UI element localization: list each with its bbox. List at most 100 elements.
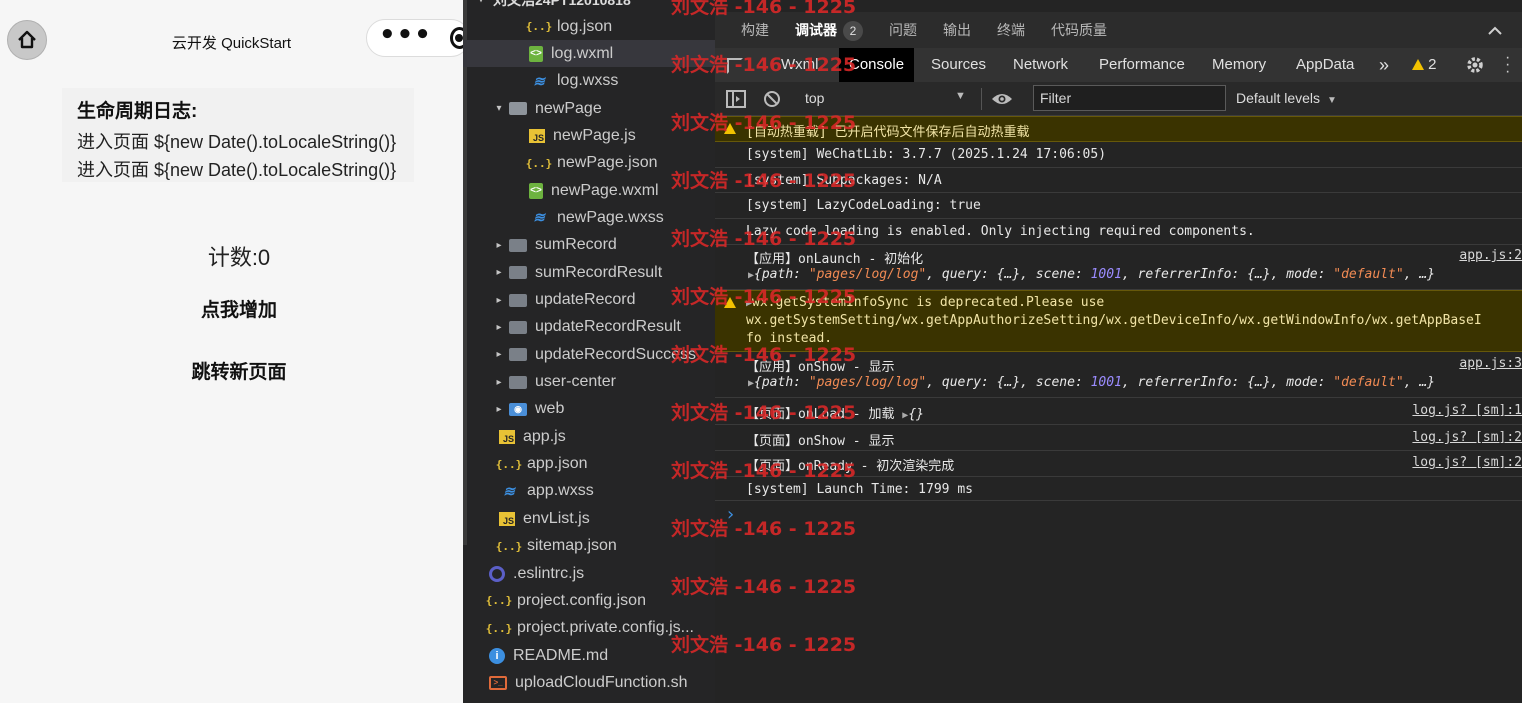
explorer-item[interactable]: ▸ sumRecord (463, 232, 715, 259)
context-selector[interactable]: top ▼ (805, 90, 966, 106)
explorer-item[interactable]: {..} sitemap.json (463, 533, 715, 560)
close-mini-program-icon[interactable] (449, 27, 463, 49)
explorer-item[interactable]: ▸ sumRecordResult (463, 259, 715, 286)
tab-network[interactable]: Network (1013, 48, 1068, 82)
devtools-panel: 构建 调试器 2 问题 输出 终端 代码质量 Wxml Console Sourc… (715, 0, 1522, 703)
explorer-item[interactable]: {..} log.json (463, 13, 715, 40)
more-tabs-button[interactable]: » (1379, 48, 1389, 82)
console-toolbar: top ▼ Default levels ▼ (715, 82, 1522, 116)
explorer-item[interactable]: ▸ updateRecordSuccess (463, 341, 715, 368)
explorer-item[interactable]: JS newPage.js (463, 122, 715, 149)
explorer-item[interactable]: {..} project.config.json (463, 587, 715, 614)
console-log-row[interactable]: 【页面】onLoad - 加载 ▶{} log.js? [sm]:1 (715, 398, 1522, 425)
explorer-item[interactable]: {..} project.private.config.js... (463, 615, 715, 642)
tab-memory[interactable]: Memory (1212, 48, 1266, 82)
explorer-project-header[interactable]: ▾ 刘文浩24PT12010818 (463, 0, 715, 13)
clear-console-icon[interactable] (763, 90, 781, 108)
explorer-item[interactable]: {..} newPage.json (463, 150, 715, 177)
explorer-item-label: log.wxml (551, 44, 614, 62)
console-log-row[interactable]: [system] WeChatLib: 3.7.7 (2025.1.24 17:… (715, 142, 1522, 168)
explorer-item-label: newPage.js (553, 126, 636, 144)
explorer-item[interactable]: ▸ ◉ web (463, 396, 715, 423)
log-levels-dropdown[interactable]: Default levels ▼ (1236, 90, 1337, 106)
tab-terminal[interactable]: 终端 (997, 20, 1025, 40)
chevron-right-icon[interactable]: ▸ (493, 267, 505, 278)
sidebar-toggle-icon[interactable] (726, 90, 746, 108)
explorer-item[interactable]: ▸ updateRecordResult (463, 314, 715, 341)
console-log-row[interactable]: 【应用】onShow - 显示 app.js:3 ▶{path: "pages/… (715, 352, 1522, 398)
console-warning-row[interactable]: ▶wx.getSystemInfoSync is deprecated.Plea… (715, 290, 1522, 352)
chevron-right-icon[interactable]: ▸ (493, 377, 505, 388)
explorer-item[interactable]: ≋ log.wxss (463, 68, 715, 95)
tab-code-quality[interactable]: 代码质量 (1051, 20, 1107, 40)
explorer-item[interactable]: <> newPage.wxml (463, 177, 715, 204)
console-log-row[interactable]: Lazy code loading is enabled. Only injec… (715, 219, 1522, 245)
tab-debugger[interactable]: 调试器 2 (795, 20, 863, 41)
explorer-item[interactable]: <> log.wxml (463, 40, 715, 68)
explorer-item-label: sumRecord (535, 236, 617, 254)
explorer-item[interactable]: JS envList.js (463, 505, 715, 532)
separator (981, 88, 982, 110)
console-filter-input[interactable] (1033, 85, 1226, 111)
explorer-item[interactable]: {..} app.json (463, 451, 715, 478)
inspect-element-icon[interactable] (727, 58, 743, 74)
tab-wxml[interactable]: Wxml (781, 48, 819, 82)
explorer-item[interactable]: JS app.js (463, 423, 715, 450)
tab-build[interactable]: 构建 (741, 20, 769, 40)
explorer-item[interactable]: ▸ updateRecord (463, 287, 715, 314)
explorer-item[interactable]: >_ uploadCloudFunction.sh (463, 669, 715, 696)
console-log-row[interactable]: [system] LazyCodeLoading: true (715, 193, 1522, 219)
chevron-right-icon[interactable]: ▸ (493, 349, 505, 360)
explorer-item[interactable]: ≋ app.wxss (463, 478, 715, 505)
source-link[interactable]: log.js? [sm]:2 (1412, 430, 1522, 445)
explorer-item[interactable]: ▸ user-center (463, 369, 715, 396)
chevron-right-icon[interactable]: ▸ (493, 404, 505, 415)
tab-console[interactable]: Console (839, 48, 915, 82)
explorer-item[interactable]: .eslintrc.js (463, 560, 715, 587)
source-link[interactable]: log.js? [sm]:1 (1412, 403, 1522, 418)
tab-sources[interactable]: Sources (931, 48, 986, 82)
chevron-down-icon: ▾ (475, 0, 487, 5)
console-log-row[interactable]: 【应用】onLaunch - 初始化 app.js:2 ▶{path: "pag… (715, 245, 1522, 290)
source-link[interactable]: app.js:2 (1459, 248, 1522, 263)
console-log-row[interactable]: [system] Subpackages: N/A (715, 168, 1522, 193)
object-preview[interactable]: ▶{path: "pages/log/log", query: {…}, sce… (748, 375, 1435, 390)
navigate-new-page-button[interactable]: 跳转新页面 (0, 357, 463, 384)
console-warning-row[interactable]: [自动热重载] 已开启代码文件保存后自动热重载 (715, 116, 1522, 142)
log-entry: 进入页面 ${new Date().toLocaleString()} (77, 132, 397, 152)
explorer-item[interactable]: ▾ newPage (463, 95, 715, 122)
source-link[interactable]: app.js:3 (1459, 356, 1522, 371)
eye-icon[interactable] (991, 92, 1013, 106)
chevron-down-icon[interactable]: ▾ (493, 103, 505, 114)
info-icon: i (489, 647, 505, 664)
gear-icon[interactable] (1466, 56, 1484, 74)
console-log-row[interactable]: 【页面】onShow - 显示 log.js? [sm]:2 (715, 425, 1522, 451)
web-folder-icon: ◉ (509, 402, 527, 416)
object-preview[interactable]: ▶{path: "pages/log/log", query: {…}, sce… (748, 267, 1435, 282)
explorer-item-label: app.js (523, 427, 566, 445)
console-log-row[interactable]: [system] Launch Time: 1799 ms (715, 477, 1522, 501)
explorer-item-label: app.wxss (527, 482, 594, 500)
tab-appdata[interactable]: AppData (1296, 48, 1354, 82)
console-log-row[interactable]: 【页面】onReady - 初次渲染完成 log.js? [sm]:2 (715, 451, 1522, 477)
warnings-counter[interactable]: 2 (1412, 48, 1437, 82)
tab-performance[interactable]: Performance (1099, 48, 1185, 82)
explorer-item[interactable]: ≋ newPage.wxss (463, 204, 715, 231)
explorer-item-label: newPage (535, 99, 602, 117)
tab-problems[interactable]: 问题 (889, 20, 917, 40)
console-prompt[interactable]: › (725, 504, 736, 525)
capsule-menu[interactable]: ••• (366, 19, 463, 57)
more-icon[interactable]: ••• (379, 16, 432, 54)
explorer-item[interactable]: i README.md (463, 642, 715, 669)
explorer-item-label: newPage.wxss (557, 208, 664, 226)
chevron-right-icon[interactable]: ▸ (493, 295, 505, 306)
chevron-right-icon[interactable]: ▸ (493, 240, 505, 251)
chevron-up-icon[interactable] (1488, 26, 1502, 36)
increase-button[interactable]: 点我增加 (0, 295, 463, 322)
kebab-menu-icon[interactable]: · · · (1505, 50, 1511, 80)
warning-icon (1412, 59, 1424, 70)
explorer-item-label: user-center (535, 373, 616, 391)
tab-output[interactable]: 输出 (943, 20, 971, 40)
source-link[interactable]: log.js? [sm]:2 (1412, 455, 1522, 470)
chevron-right-icon[interactable]: ▸ (493, 322, 505, 333)
